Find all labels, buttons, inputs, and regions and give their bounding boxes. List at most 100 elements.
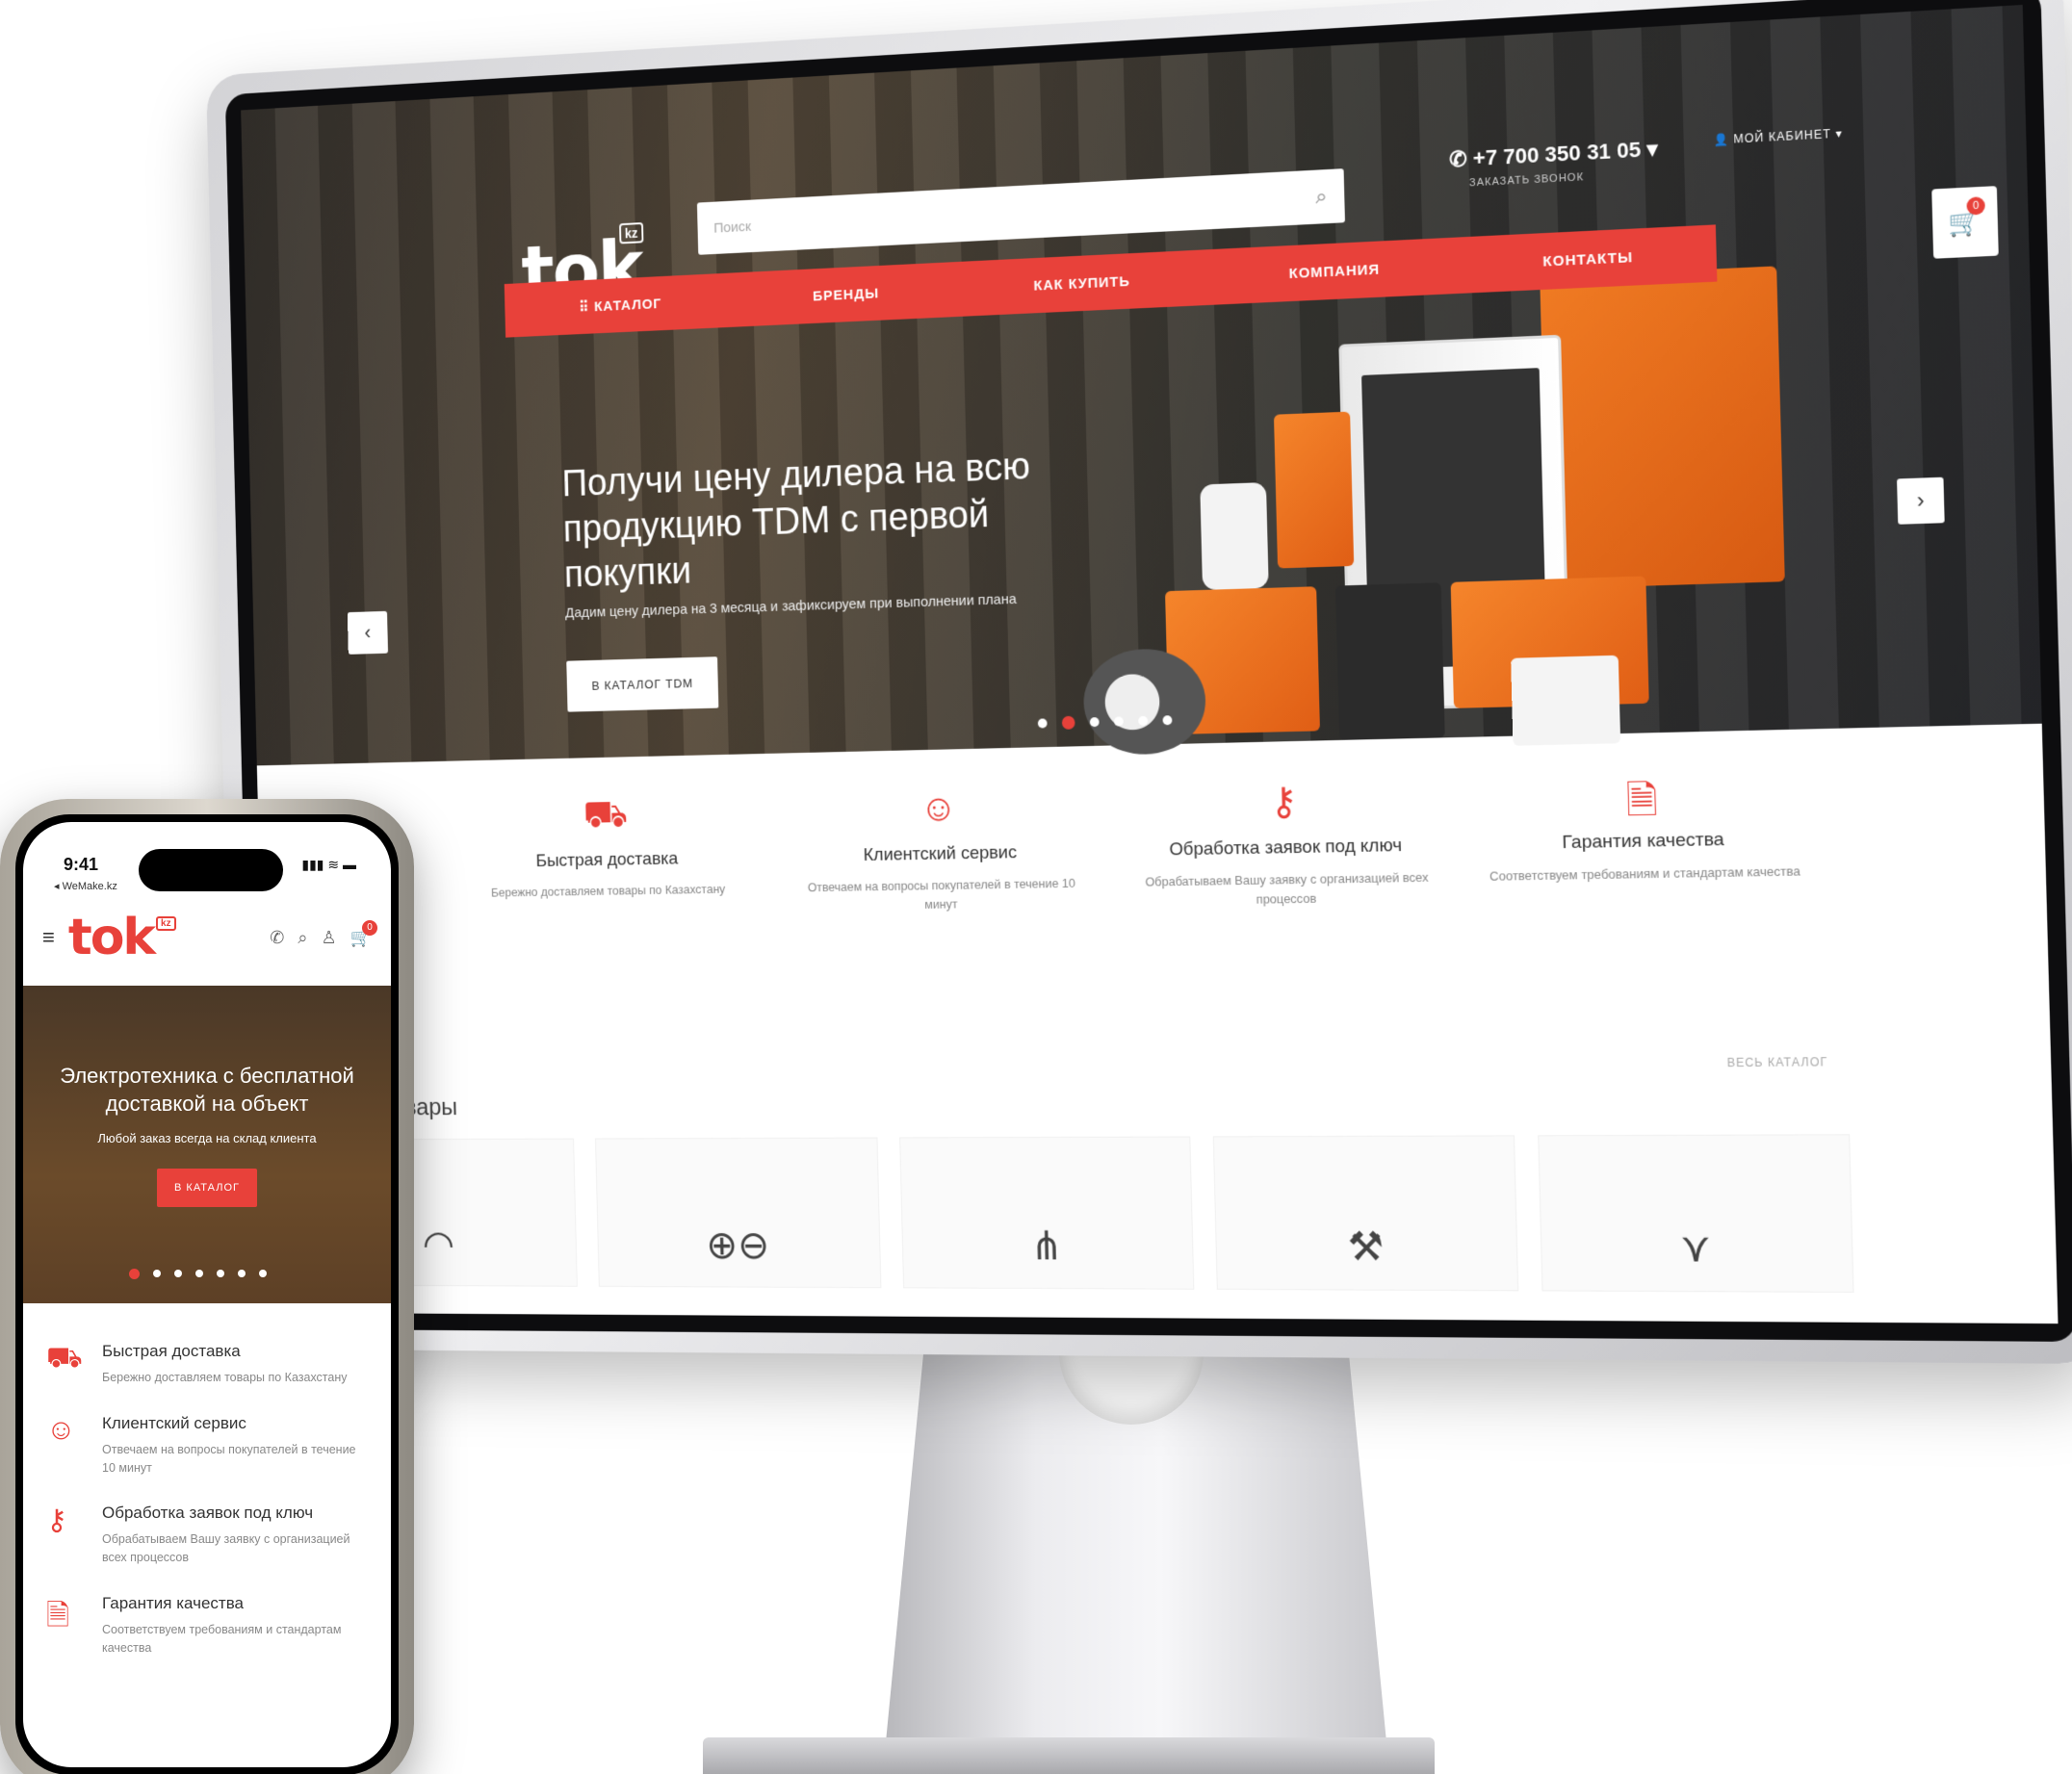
slider-prev-icon[interactable]: ‹ — [347, 610, 389, 655]
slider-dot[interactable] — [1089, 717, 1100, 728]
feature-desc: Соответствуем требованиям и стандартам к… — [102, 1622, 342, 1655]
chevron-down-icon[interactable]: ▾ — [1835, 126, 1843, 141]
slider-next-icon[interactable]: › — [1897, 476, 1945, 525]
search-icon[interactable]: ⌕ — [298, 928, 307, 948]
feature-title: Обработка заявок под ключ — [102, 1504, 314, 1523]
monitor-stand-foot — [703, 1737, 1435, 1774]
chevron-down-icon[interactable]: ▾ — [1646, 137, 1658, 162]
nav-item-company[interactable]: КОМПАНИЯ — [1288, 261, 1380, 282]
slider-dot[interactable] — [153, 1270, 161, 1277]
signal-icon: ▮▮▮ — [301, 857, 324, 872]
drill-icon: ⚒ — [1347, 1223, 1385, 1270]
feature-desc: Бережно доставляем товары по Казахстану — [490, 881, 726, 900]
feature-desc: Соответствуем требованиям и стандартам к… — [1489, 863, 1800, 884]
logo-kz-badge: kz — [156, 915, 176, 931]
slider-dot[interactable] — [195, 1270, 203, 1277]
user-icon: 👤 — [1713, 132, 1734, 147]
product-image-small-box — [1273, 411, 1355, 569]
mobile-feature-delivery: ⛟ Быстрая доставка Бережно доставляем тов… — [46, 1342, 372, 1387]
slider-dot[interactable] — [238, 1270, 246, 1277]
dynamic-island — [139, 849, 283, 891]
feature-desc: Отвечаем на вопросы покупателей в течени… — [807, 875, 1076, 912]
mobile-slider-dots — [129, 1269, 267, 1279]
support-agent-icon: ☺ — [46, 1413, 76, 1446]
nav-item-how-to-buy[interactable]: КАК КУПИТЬ — [1033, 273, 1130, 295]
keys-icon: ⚷ — [46, 1504, 67, 1537]
feature-delivery: ⛟ Быстрая доставка Бережно доставляем то… — [460, 791, 758, 1000]
certificate-icon: 🗎 — [46, 1599, 70, 1632]
hero-title: Получи цену дилера на всю продукцию TDM … — [561, 445, 1031, 596]
hero-cta-button[interactable]: В КАТАЛОГ TDM — [566, 656, 719, 712]
feature-title: Клиентский сервис — [863, 842, 1018, 865]
mobile-feature-turnkey: ⚷ Обработка заявок под ключ Обрабатываем … — [46, 1504, 372, 1567]
feature-service: ☺ Клиентский сервис Отвечаем на вопросы … — [789, 784, 1097, 997]
certificate-icon: 🗎 — [1625, 779, 1659, 823]
category-card-tools[interactable]: ⚒ — [1213, 1135, 1519, 1292]
phone-icon: ✆ — [1448, 145, 1474, 172]
mobile-hero-title: Электротехника с бесплатной доставкой на… — [60, 1064, 354, 1116]
feature-title: Клиентский сервис — [102, 1413, 246, 1432]
slider-dot[interactable] — [1138, 715, 1149, 726]
mobile-site: 9:41 ◂ WeMake.kz ▮▮▮ ≋ ▬ ≡ tok kz ✆ ⌕ ♙ … — [23, 822, 391, 1767]
logo-kz-badge: kz — [619, 221, 644, 244]
feature-title: Гарантия качества — [102, 1593, 244, 1612]
mobile-feature-service: ☺ Клиентский сервис Отвечаем на вопросы п… — [46, 1414, 372, 1478]
cart-count-badge: 0 — [362, 919, 377, 936]
mobile-hero-cta-button[interactable]: В КАТАЛОГ — [157, 1169, 257, 1208]
all-catalog-link[interactable]: ВЕСЬ КАТАЛОГ — [1727, 1055, 1828, 1069]
status-back-link[interactable]: ◂ WeMake.kz — [54, 880, 117, 892]
mobile-features: ⛟ Быстрая доставка Бережно доставляем тов… — [46, 1342, 372, 1684]
nav-item-catalog[interactable]: ⠿ КАТАЛОГ — [579, 295, 661, 315]
feature-turnkey: ⚷ Обработка заявок под ключ Обрабатываем… — [1127, 777, 1446, 993]
nav-item-contacts[interactable]: КОНТАКТЫ — [1542, 248, 1633, 270]
nav-item-brands[interactable]: БРЕНДЫ — [813, 285, 879, 304]
slider-dot[interactable] — [1037, 718, 1048, 729]
delivery-truck-icon: ⛟ — [46, 1342, 83, 1374]
category-card-cables[interactable]: ⋎ — [1538, 1134, 1854, 1293]
slider-dot[interactable] — [1113, 716, 1124, 727]
mobile-header-icons: ✆ ⌕ ♙ 🛒 0 — [270, 919, 377, 948]
cart-button[interactable]: 🛒 0 — [1931, 186, 1999, 259]
phone-device: 9:41 ◂ WeMake.kz ▮▮▮ ≋ ▬ ≡ tok kz ✆ ⌕ ♙ … — [0, 799, 414, 1774]
monitor: tok kz Поиск ⌕ ✆ +7 700 350 31 05 ▾ ЗАКА… — [205, 0, 2072, 1365]
phone-screen: 9:41 ◂ WeMake.kz ▮▮▮ ≋ ▬ ≡ tok kz ✆ ⌕ ♙ … — [15, 814, 399, 1774]
category-card-power-line[interactable]: ⋔ — [898, 1136, 1195, 1290]
slider-dot-active[interactable] — [1061, 715, 1075, 730]
feature-desc: Бережно доставляем товары по Казахстану — [102, 1371, 348, 1384]
plus-minus-icon: ⊕⊖ — [705, 1222, 770, 1268]
mobile-logo[interactable]: tok — [68, 909, 156, 966]
feature-quality: 🗎 Гарантия качества Соответствуем требов… — [1480, 769, 1811, 990]
status-time: 9:41 — [64, 855, 99, 874]
keys-icon: ⚷ — [1269, 780, 1299, 824]
product-image-timer — [1200, 482, 1269, 590]
feature-title: Быстрая доставка — [102, 1342, 241, 1360]
product-image-rcd — [1511, 655, 1621, 746]
features-row: ⛟ Быстрая доставка Бережно доставляем то… — [258, 763, 2049, 1002]
slider-dot[interactable] — [174, 1270, 182, 1277]
search-icon[interactable]: ⌕ — [1315, 184, 1328, 210]
feature-title: Обработка заявок под ключ — [1169, 835, 1403, 861]
user-icon[interactable]: ♙ — [321, 928, 336, 948]
slider-dot[interactable] — [217, 1270, 224, 1277]
product-image-box — [1540, 266, 1785, 589]
feature-desc: Обрабатываем Вашу заявку с организацией … — [102, 1532, 350, 1564]
cable-icon: ⋎ — [1679, 1223, 1712, 1271]
feature-desc: Отвечаем на вопросы покупателей в течени… — [102, 1442, 356, 1475]
menu-icon[interactable]: ≡ — [42, 925, 55, 950]
slider-dot[interactable] — [259, 1270, 267, 1277]
feature-title: Быстрая доставка — [535, 848, 679, 871]
product-image-breaker — [1334, 582, 1445, 740]
goods-category-row: ◠ ⊕⊖ ⋔ ⚒ ⋎ — [299, 1134, 1854, 1293]
mobile-hero-subtitle: Любой заказ всегда на склад клиента — [97, 1131, 317, 1146]
wifi-icon: ≋ — [327, 857, 340, 872]
power-line-icon: ⋔ — [1029, 1222, 1064, 1269]
phone-icon[interactable]: ✆ — [270, 928, 284, 948]
slider-dot[interactable] — [1162, 715, 1173, 726]
mobile-feature-quality: 🗎 Гарантия качества Соответствуем требова… — [46, 1594, 372, 1658]
category-card-batteries[interactable]: ⊕⊖ — [594, 1137, 882, 1289]
monitor-screen: tok kz Поиск ⌕ ✆ +7 700 350 31 05 ▾ ЗАКА… — [224, 0, 2072, 1342]
slider-dot-active[interactable] — [129, 1269, 140, 1279]
mobile-hero: Электротехника с бесплатной доставкой на… — [23, 986, 391, 1303]
grid-icon: ⠿ — [579, 298, 595, 316]
feature-desc: Обрабатываем Вашу заявку с организацией … — [1145, 869, 1429, 907]
